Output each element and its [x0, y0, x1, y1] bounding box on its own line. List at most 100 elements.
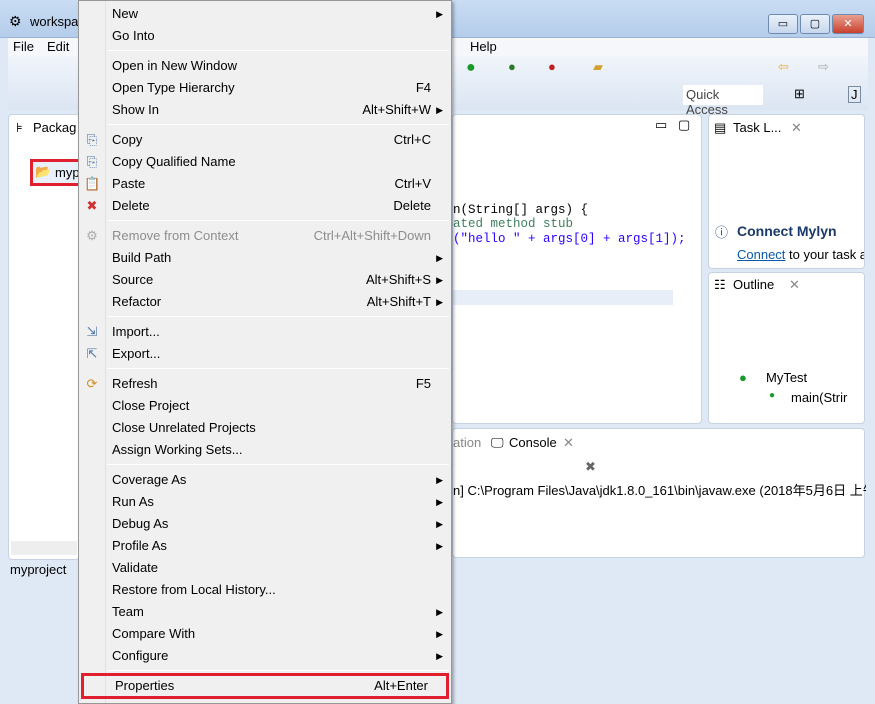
outline-tab[interactable]: Outline — [733, 277, 774, 292]
menu-item-shortcut: Ctrl+C — [393, 132, 431, 147]
window-title: workspa — [30, 14, 79, 29]
delete-icon: ✖ — [86, 198, 98, 213]
task-list-tab[interactable]: Task L... — [733, 120, 781, 135]
menu-item-go-into[interactable]: Go Into — [81, 25, 449, 47]
project-item[interactable]: 📂 myp — [30, 159, 84, 186]
project-folder-icon: 📂 — [35, 164, 52, 179]
terminate-icon[interactable]: ✖ — [585, 459, 596, 475]
menu-item-copy[interactable]: ⎘ Copy Ctrl+C — [81, 129, 449, 151]
menu-item-delete[interactable]: ✖ Delete Delete — [81, 195, 449, 217]
menu-item-shortcut: Delete — [393, 198, 431, 213]
menu-item-label: Remove from Context — [112, 228, 239, 243]
previous-tab[interactable]: ation — [453, 435, 481, 450]
menu-item-restore-from-local-history[interactable]: Restore from Local History... — [81, 579, 449, 601]
menu-item-export[interactable]: ⇱ Export... — [81, 343, 449, 365]
task-list-panel: ▤ Task L... ✕ ⓘ Connect Mylyn Connect to… — [708, 114, 865, 269]
connect-mylyn-title: Connect Mylyn — [737, 223, 837, 239]
submenu-arrow-icon: ▶ — [436, 629, 443, 639]
java-perspective-icon[interactable]: J — [848, 86, 861, 103]
back-icon[interactable]: ⇦ — [778, 59, 789, 75]
close-button[interactable]: ✕ — [832, 14, 864, 34]
menu-item-paste[interactable]: 📋 Paste Ctrl+V — [81, 173, 449, 195]
menu-item-label: Team — [112, 604, 144, 619]
minimize-icon[interactable]: ▭ — [655, 117, 667, 133]
connect-link[interactable]: Connect — [737, 247, 785, 262]
menu-item-new[interactable]: New ▶ — [81, 3, 449, 25]
current-line-highlight — [453, 290, 673, 305]
menu-item-configure[interactable]: Configure ▶ — [81, 645, 449, 667]
export-icon: ⇱ — [86, 346, 98, 361]
menu-item-label: Compare With — [112, 626, 196, 641]
menu-separator — [107, 670, 449, 671]
submenu-arrow-icon: ▶ — [436, 607, 443, 617]
menu-item-close-project[interactable]: Close Project — [81, 395, 449, 417]
console-process-line: n] C:\Program Files\Java\jdk1.8.0_161\bi… — [453, 483, 866, 498]
menu-item-label: Show In — [112, 102, 159, 117]
menu-item-show-in[interactable]: Show In Alt+Shift+W ▶ — [81, 99, 449, 121]
menu-item-properties[interactable]: Properties Alt+Enter — [81, 673, 449, 699]
menu-item-validate[interactable]: Validate — [81, 557, 449, 579]
run-icon[interactable]: ● — [466, 59, 476, 77]
open-perspective-icon[interactable]: ⊞ — [794, 86, 805, 102]
open-folder-icon[interactable]: ▰ — [593, 59, 603, 75]
submenu-arrow-icon: ▶ — [436, 497, 443, 507]
menu-help[interactable]: Help — [470, 39, 497, 54]
menu-item-team[interactable]: Team ▶ — [81, 601, 449, 623]
submenu-arrow-icon: ▶ — [436, 519, 443, 529]
menu-item-refactor[interactable]: Refactor Alt+Shift+T ▶ — [81, 291, 449, 313]
console-tab[interactable]: Console — [509, 435, 557, 450]
menu-item-shortcut: F5 — [415, 376, 431, 391]
external-tools-icon[interactable]: ● — [548, 59, 556, 74]
code-line[interactable]: ("hello " + args[0] + args[1]); — [453, 232, 686, 246]
close-tab-icon[interactable]: ✕ — [791, 120, 802, 136]
menu-item-build-path[interactable]: Build Path ▶ — [81, 247, 449, 269]
menu-item-close-unrelated-projects[interactable]: Close Unrelated Projects — [81, 417, 449, 439]
code-line[interactable]: ated method stub — [453, 217, 573, 231]
close-tab-icon[interactable]: ✕ — [563, 435, 574, 451]
menu-item-label: Export... — [112, 346, 161, 361]
menu-item-coverage-as[interactable]: Coverage As ▶ — [81, 469, 449, 491]
menu-item-shortcut: Ctrl+V — [394, 176, 431, 191]
menu-item-label: Debug As — [112, 516, 169, 531]
maximize-icon[interactable]: ▢ — [678, 117, 690, 133]
menu-item-label: Close Unrelated Projects — [112, 420, 256, 435]
eclipse-icon: ⚙ — [9, 13, 22, 29]
maximize-button[interactable]: ▢ — [800, 14, 830, 34]
minimize-button[interactable]: ▭ — [768, 14, 798, 34]
menu-item-source[interactable]: Source Alt+Shift+S ▶ — [81, 269, 449, 291]
submenu-arrow-icon: ▶ — [436, 297, 443, 307]
outline-class[interactable]: MyTest — [766, 370, 807, 385]
outline-method[interactable]: main(Strir — [791, 390, 847, 405]
horizontal-scrollbar[interactable] — [11, 541, 77, 555]
debug-icon[interactable]: ● — [508, 59, 516, 74]
menu-item-assign-working-sets[interactable]: Assign Working Sets... — [81, 439, 449, 461]
menu-item-import[interactable]: ⇲ Import... — [81, 321, 449, 343]
menu-item-shortcut: Alt+Enter — [374, 678, 428, 693]
menu-item-label: Paste — [112, 176, 146, 191]
forward-icon[interactable]: ⇨ — [818, 59, 829, 75]
menu-item-open-type-hierarchy[interactable]: Open Type Hierarchy F4 — [81, 77, 449, 99]
submenu-arrow-icon: ▶ — [436, 541, 443, 551]
menu-separator — [107, 316, 449, 317]
menu-item-profile-as[interactable]: Profile As ▶ — [81, 535, 449, 557]
menu-item-refresh[interactable]: ⟳ Refresh F5 — [81, 373, 449, 395]
menu-item-compare-with[interactable]: Compare With ▶ — [81, 623, 449, 645]
menu-item-copy-qualified-name[interactable]: ⎘ Copy Qualified Name — [81, 151, 449, 173]
status-selection: myproject — [10, 562, 67, 577]
menu-item-shortcut: Alt+Shift+S — [365, 272, 431, 287]
menu-item-label: Copy Qualified Name — [112, 154, 236, 169]
menu-file[interactable]: File — [13, 39, 34, 54]
menu-edit[interactable]: Edit — [47, 39, 69, 54]
menu-item-label: Delete — [112, 198, 150, 213]
package-explorer-tab[interactable]: Packag — [33, 120, 76, 135]
task-list-icon: ▤ — [714, 120, 727, 135]
menu-item-debug-as[interactable]: Debug As ▶ — [81, 513, 449, 535]
close-tab-icon[interactable]: ✕ — [789, 277, 800, 293]
menu-separator — [107, 464, 449, 465]
quick-access-input[interactable]: Quick Access — [683, 85, 763, 117]
menu-item-run-as[interactable]: Run As ▶ — [81, 491, 449, 513]
code-line[interactable]: n(String[] args) { — [453, 203, 588, 217]
menu-item-open-in-new-window[interactable]: Open in New Window — [81, 55, 449, 77]
submenu-arrow-icon: ▶ — [436, 475, 443, 485]
menu-item-label: Build Path — [112, 250, 172, 265]
